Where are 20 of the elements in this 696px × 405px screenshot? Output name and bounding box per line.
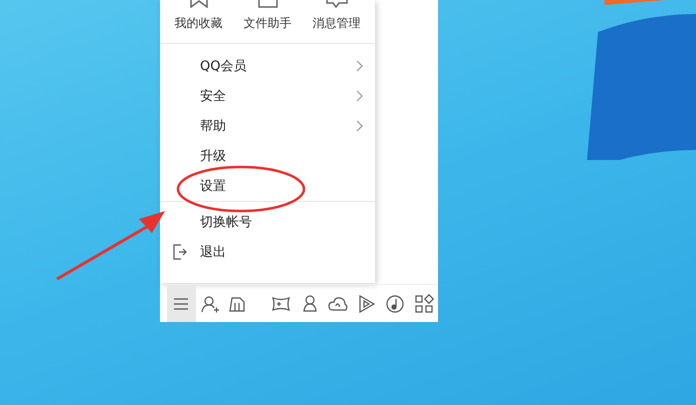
add-person-icon [200,294,220,314]
music-note-icon [385,294,406,314]
menu-item[interactable]: 升级 [160,141,375,171]
menu-item[interactable]: QQ会员 [160,51,375,81]
quick-action[interactable]: 消息管理 [304,0,370,43]
chevron-right-icon [356,90,363,102]
quick-action[interactable]: 我的收藏 [166,0,232,43]
exit-icon [173,244,187,260]
chevron-right-icon [356,120,363,132]
apps-grid-icon [414,294,434,314]
quick-action[interactable]: 文件助手 [234,0,300,43]
speech-bubble-icon [324,0,348,8]
chevron-right-icon [356,60,363,72]
menu-item[interactable]: 帮助 [160,111,375,141]
menu-item[interactable]: 设置 [160,171,375,201]
menu-item[interactable]: 切换帐号 [160,207,375,237]
toolbar-button[interactable] [167,285,196,322]
play-icon [356,294,377,314]
menu-item[interactable]: 退出 [160,237,375,267]
menu-item[interactable]: 安全 [160,81,375,111]
